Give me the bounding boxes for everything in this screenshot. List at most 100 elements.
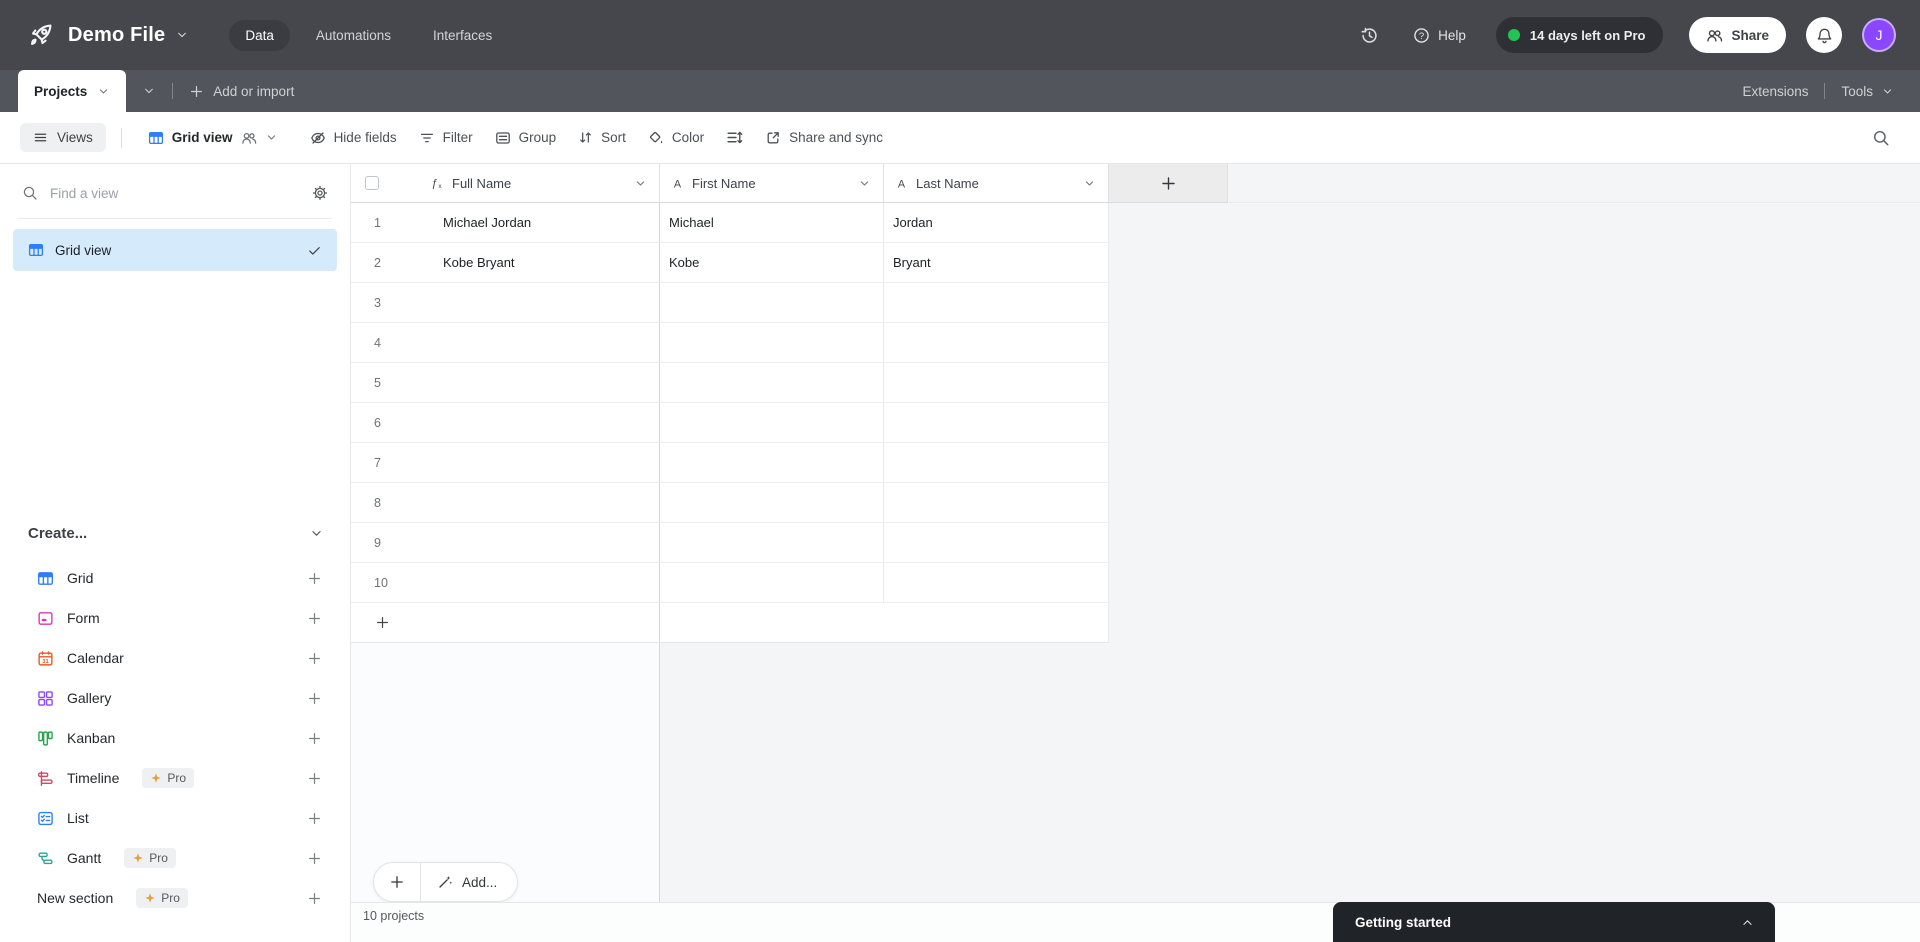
cell-last-name[interactable] [884, 563, 1109, 602]
hide-fields-button[interactable]: Hide fields [299, 123, 408, 153]
cell-first-name[interactable] [660, 403, 884, 442]
create-item-list[interactable]: List [0, 798, 350, 838]
cell-first-name[interactable] [660, 483, 884, 522]
add-view-icon[interactable] [307, 571, 322, 586]
create-item-gallery[interactable]: Gallery [0, 678, 350, 718]
cell-full-name[interactable]: 3 [351, 283, 660, 322]
add-or-import-button[interactable]: Add or import [189, 84, 294, 99]
trial-badge[interactable]: 14 days left on Pro [1496, 17, 1664, 53]
sort-button[interactable]: Sort [567, 123, 637, 152]
cell-first-name[interactable] [660, 283, 884, 322]
add-view-icon[interactable] [307, 851, 322, 866]
chevron-down-icon[interactable] [634, 177, 647, 190]
group-button[interactable]: Group [484, 123, 568, 153]
table-row[interactable]: 9 [351, 523, 1109, 563]
row-height-button[interactable] [715, 122, 754, 153]
topbar-tab-automations[interactable]: Automations [300, 20, 407, 51]
cell-first-name[interactable] [660, 323, 884, 362]
rocket-logo-icon[interactable] [28, 22, 54, 48]
notifications-button[interactable] [1806, 17, 1842, 53]
cell-full-name[interactable]: 4 [351, 323, 660, 362]
topbar-tab-data[interactable]: Data [229, 20, 290, 51]
add-view-icon[interactable] [307, 691, 322, 706]
cell-full-name[interactable]: 2Kobe Bryant [351, 243, 660, 282]
topbar-tab-interfaces[interactable]: Interfaces [417, 20, 508, 51]
table-row[interactable]: 1Michael JordanMichaelJordan [351, 203, 1109, 243]
create-item-timeline[interactable]: TimelinePro [0, 758, 350, 798]
add-row-left[interactable] [351, 603, 660, 642]
views-button[interactable]: Views [20, 123, 106, 152]
create-item-kanban[interactable]: Kanban [0, 718, 350, 758]
chevron-down-icon[interactable] [1083, 177, 1096, 190]
cell-full-name[interactable]: 1Michael Jordan [351, 203, 660, 242]
cell-last-name[interactable]: Jordan [884, 203, 1109, 242]
cell-full-name[interactable]: 10 [351, 563, 660, 602]
cell-first-name[interactable]: Kobe [660, 243, 884, 282]
add-view-icon[interactable] [307, 891, 322, 906]
cell-full-name[interactable]: 6 [351, 403, 660, 442]
create-item-new-section[interactable]: New sectionPro [0, 878, 350, 918]
table-row[interactable]: 6 [351, 403, 1109, 443]
color-button[interactable]: Color [637, 123, 715, 153]
find-view-input[interactable] [50, 186, 300, 201]
create-item-gantt[interactable]: GanttPro [0, 838, 350, 878]
table-row[interactable]: 8 [351, 483, 1109, 523]
column-header-last-name[interactable]: Last Name [884, 164, 1109, 202]
add-view-icon[interactable] [307, 611, 322, 626]
cell-full-name[interactable]: 5 [351, 363, 660, 402]
tools-button[interactable]: Tools [1841, 84, 1894, 99]
tab-projects[interactable]: Projects [18, 70, 126, 112]
filter-button[interactable]: Filter [408, 123, 484, 153]
cell-last-name[interactable] [884, 323, 1109, 362]
history-icon[interactable] [1360, 26, 1379, 45]
cell-last-name[interactable] [884, 283, 1109, 322]
table-row[interactable]: 10 [351, 563, 1109, 603]
create-item-form[interactable]: Form [0, 598, 350, 638]
create-item-grid[interactable]: Grid [0, 558, 350, 598]
chevron-down-icon[interactable] [858, 177, 871, 190]
table-list-chevron-icon[interactable] [142, 84, 156, 98]
cell-first-name[interactable] [660, 523, 884, 562]
table-row[interactable]: 5 [351, 363, 1109, 403]
chevron-down-icon[interactable] [97, 85, 110, 98]
share-button[interactable]: Share [1689, 17, 1786, 53]
create-item-calendar[interactable]: Calendar [0, 638, 350, 678]
add-view-icon[interactable] [307, 811, 322, 826]
cell-first-name[interactable] [660, 443, 884, 482]
column-header-first-name[interactable]: First Name [660, 164, 884, 202]
table-row[interactable]: 7 [351, 443, 1109, 483]
table-row[interactable]: 2Kobe BryantKobeBryant [351, 243, 1109, 283]
getting-started-panel[interactable]: Getting started [1333, 902, 1775, 942]
search-icon[interactable] [1872, 129, 1890, 147]
cell-last-name[interactable] [884, 403, 1109, 442]
table-row[interactable]: 4 [351, 323, 1109, 363]
cell-full-name[interactable]: 9 [351, 523, 660, 562]
cell-last-name[interactable] [884, 363, 1109, 402]
extensions-button[interactable]: Extensions [1742, 84, 1808, 99]
base-title[interactable]: Demo File [68, 24, 165, 47]
cell-first-name[interactable] [660, 363, 884, 402]
cell-last-name[interactable] [884, 443, 1109, 482]
add-record-button[interactable] [374, 863, 420, 901]
cell-last-name[interactable]: Bryant [884, 243, 1109, 282]
cell-first-name[interactable] [660, 563, 884, 602]
add-view-icon[interactable] [307, 731, 322, 746]
cell-last-name[interactable] [884, 523, 1109, 562]
add-row[interactable] [351, 603, 1109, 643]
table-row[interactable]: 3 [351, 283, 1109, 323]
avatar[interactable]: J [1862, 18, 1896, 52]
add-view-icon[interactable] [307, 771, 322, 786]
add-view-icon[interactable] [307, 651, 322, 666]
grid-view-button[interactable]: Grid view [137, 123, 289, 153]
add-with-ai-button[interactable]: Add... [421, 874, 517, 890]
sidebar-item-grid-view[interactable]: Grid view [13, 229, 337, 271]
help-button[interactable]: Help [1413, 27, 1466, 44]
select-all-checkbox[interactable] [365, 176, 379, 190]
cell-full-name[interactable]: 7 [351, 443, 660, 482]
gear-icon[interactable] [312, 185, 328, 201]
add-field-button[interactable] [1109, 164, 1228, 202]
share-and-sync-button[interactable]: Share and sync [754, 123, 894, 153]
column-header-full-name[interactable]: Full Name [351, 164, 660, 202]
chevron-down-icon[interactable] [175, 28, 189, 42]
create-section-header[interactable]: Create... [0, 516, 350, 550]
